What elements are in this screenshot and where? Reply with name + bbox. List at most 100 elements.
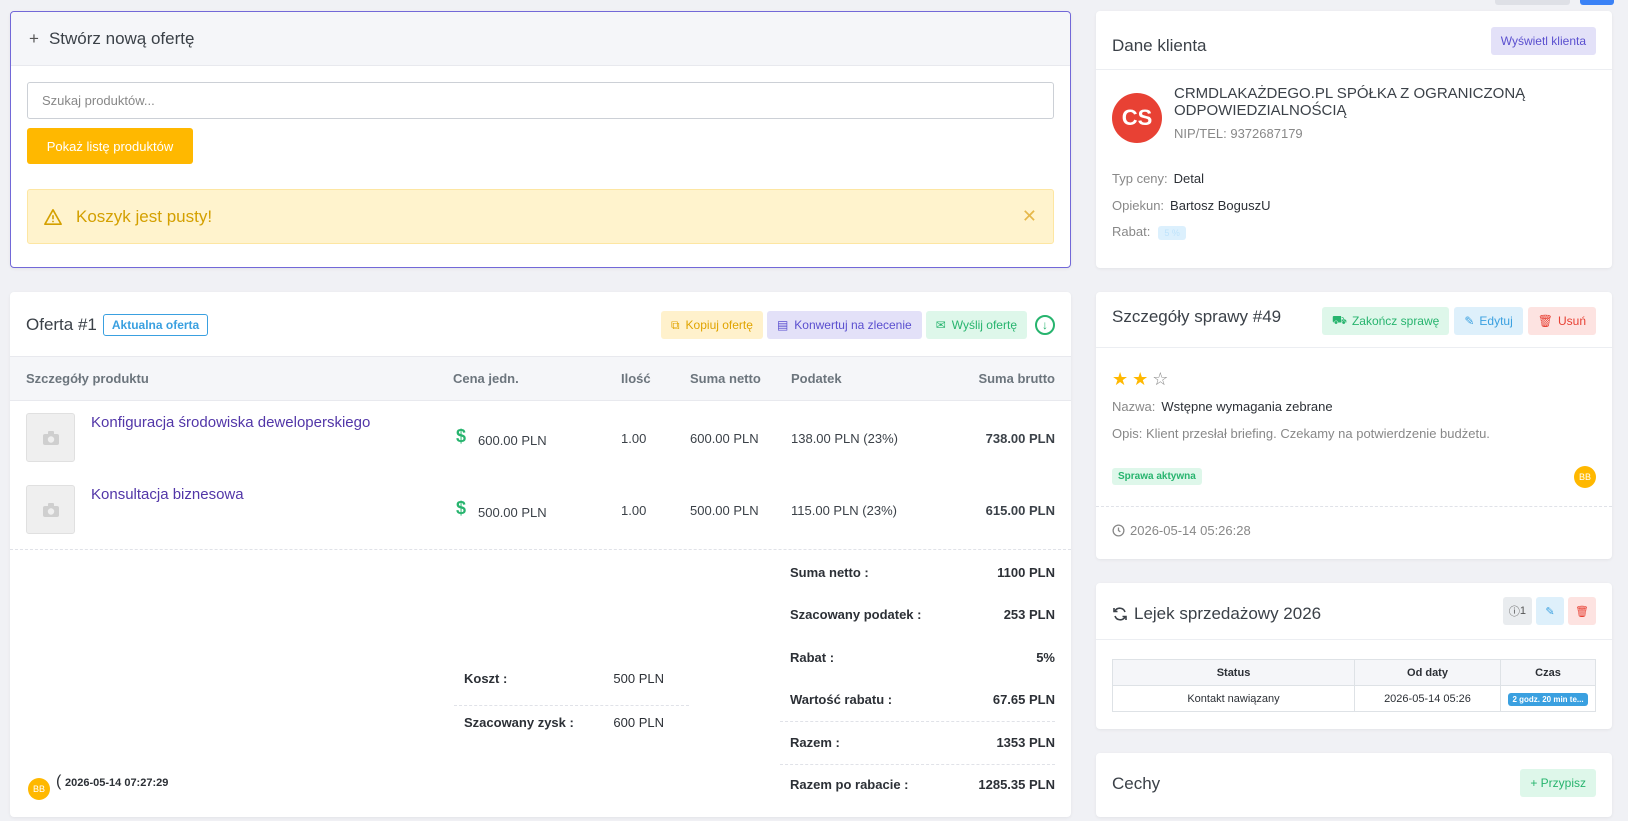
top-button-stub[interactable]	[1495, 0, 1570, 5]
case-description: Opis: Klient przesłał briefing. Czekamy …	[1112, 426, 1490, 441]
col-brutto: Suma brutto	[978, 371, 1055, 386]
empty-cart-text: Koszyk jest pusty!	[76, 206, 213, 226]
discount-badge: 5 %	[1158, 226, 1186, 240]
summary-label: Wartość rabatu :	[790, 692, 893, 707]
product-name-link[interactable]: Konsultacja biznesowa	[91, 486, 244, 503]
offer-header: Oferta #1 Aktualna oferta	[26, 314, 209, 336]
product-row: Konfiguracja środowiska deweloperskiego …	[10, 401, 1071, 473]
star-filled-icon[interactable]: ★	[1112, 369, 1132, 389]
funnel-edit-button[interactable]: ✎	[1536, 597, 1564, 625]
download-icon[interactable]: ↓	[1035, 315, 1055, 335]
summary-label: Szacowany podatek :	[790, 607, 922, 622]
funnel-count: 1	[1519, 605, 1526, 617]
funnel-delete-button[interactable]: 🗑	[1568, 597, 1596, 625]
file-icon: ▤	[776, 318, 789, 332]
summary-label: Rabat :	[790, 650, 835, 665]
product-table-header: Szczegóły produktu Cena jedn. Ilość Suma…	[10, 356, 1071, 401]
case-date-row: 2026-05-14 05:26:28	[1112, 523, 1251, 538]
case-card: Szczegóły sprawy #49 ⛟ Zakończ sprawę ✎ Ed…	[1096, 292, 1612, 559]
avatar[interactable]: BB	[28, 778, 50, 800]
finish-case-button[interactable]: ⛟ Zakończ sprawę	[1321, 307, 1450, 335]
product-tax: 115.00 PLN (23%)	[791, 503, 897, 518]
table-row: Kontakt nawiązany 2026-05-14 05:26 2 god…	[1112, 685, 1596, 712]
funnel-card: Lejek sprzedażowy 2026 ⓘ 1 ✎ 🗑 Status Od …	[1096, 583, 1612, 729]
product-thumbnail	[26, 485, 75, 534]
case-name-value: Wstępne wymagania zebrane	[1161, 399, 1333, 414]
funnel-title: Lejek sprzedażowy 2026	[1134, 604, 1322, 623]
product-brutto: 738.00 PLN	[985, 431, 1055, 446]
star-empty-icon[interactable]: ☆	[1152, 369, 1172, 389]
finish-case-label: Zakończ sprawę	[1351, 314, 1440, 328]
divider	[1096, 69, 1612, 70]
assign-feature-button[interactable]: + Przypisz	[1520, 769, 1596, 797]
convert-offer-button[interactable]: ▤ Konwertuj na zlecenie	[766, 311, 922, 339]
dollar-icon: $	[456, 426, 467, 446]
col-netto: Suma netto	[690, 371, 761, 386]
client-nip: NIP/TEL: 9372687179	[1174, 126, 1303, 141]
copy-offer-button[interactable]: ⧉ Kopiuj ofertę	[660, 311, 763, 339]
divider	[1096, 347, 1612, 348]
summary-row: Suma netto : 1100 PLN	[790, 565, 1055, 580]
copy-icon: ⧉	[670, 317, 680, 332]
rating-stars[interactable]: ★★☆	[1112, 369, 1172, 390]
cost-row: Koszt : 500 PLN	[464, 671, 664, 686]
cart-icon: ⛟	[1331, 313, 1347, 327]
col-product: Szczegóły produktu	[26, 371, 149, 386]
client-avatar: CS	[1112, 93, 1162, 143]
show-products-button[interactable]: Pokaż listę produktów	[27, 128, 193, 164]
close-icon[interactable]: ✕	[1022, 206, 1037, 227]
product-price: 500.00 PLN	[478, 505, 547, 520]
divider	[1096, 639, 1612, 640]
offer-card: Oferta #1 Aktualna oferta ⧉ Kopiuj ofertę…	[10, 292, 1071, 817]
summary-value: 1285.35 PLN	[978, 777, 1055, 792]
product-name-link[interactable]: Konfiguracja środowiska deweloperskiego	[91, 414, 370, 431]
dollar-icon: $	[456, 498, 467, 518]
copy-offer-label: Kopiuj ofertę	[685, 318, 753, 332]
offer-date: 2026-05-14 07:27:29	[65, 777, 169, 789]
delete-case-label: Usuń	[1557, 314, 1586, 328]
summary-value: 67.65 PLN	[992, 692, 1055, 707]
funnel-time-badge: 2 godz. 20 min te...	[1508, 692, 1588, 706]
top-button-stub-primary[interactable]	[1580, 0, 1614, 5]
create-offer-title: Stwórz nową ofertę	[48, 28, 195, 48]
product-search-input[interactable]	[27, 82, 1054, 119]
summary-label: Suma netto :	[790, 565, 869, 580]
view-client-button[interactable]: Wyświetl klienta	[1490, 27, 1596, 55]
divider	[1096, 506, 1612, 507]
funnel-col-time: Czas	[1500, 659, 1596, 686]
cost-value: 500 PLN	[613, 671, 664, 686]
guardian-value: Bartosz BoguszU	[1170, 198, 1271, 213]
send-offer-button[interactable]: ✉ Wyślij ofertę	[925, 311, 1027, 339]
create-offer-header[interactable]: + Stwórz nową ofertę	[11, 12, 1070, 66]
client-card-title: Dane klienta	[1112, 36, 1207, 55]
star-filled-icon[interactable]: ★	[1132, 369, 1152, 389]
product-tax: 138.00 PLN (23%)	[791, 431, 898, 446]
col-tax: Podatek	[791, 371, 842, 386]
edit-case-label: Edytuj	[1479, 314, 1513, 328]
summary-row: Razem : 1353 PLN	[790, 735, 1055, 750]
funnel-history-button[interactable]: ⓘ 1	[1502, 597, 1532, 625]
avatar[interactable]: BB	[1574, 466, 1596, 488]
summary-row: Szacowany podatek : 253 PLN	[790, 607, 1055, 622]
client-card: Dane klienta Wyświetl klienta CS CRMDLAK…	[1096, 11, 1612, 268]
product-netto: 600.00 PLN	[690, 431, 759, 446]
case-title: Szczegóły sprawy #49	[1112, 307, 1282, 326]
divider	[10, 549, 1071, 550]
edit-case-button[interactable]: ✎ Edytuj	[1454, 307, 1523, 335]
summary-label: Razem :	[790, 735, 840, 750]
divider	[780, 764, 1055, 765]
summary-label: Razem po rabacie :	[790, 777, 909, 792]
pencil-icon: ✎	[1464, 314, 1475, 328]
product-price: 600.00 PLN	[478, 433, 547, 448]
mail-icon: ✉	[935, 318, 946, 332]
price-type-row: Typ ceny: Detal	[1112, 171, 1204, 186]
delete-case-button[interactable]: 🗑 Usuń	[1527, 307, 1596, 335]
profit-label: Szacowany zysk :	[464, 715, 574, 730]
empty-cart-alert: Koszyk jest pusty! ✕	[27, 189, 1054, 244]
guardian-label: Opiekun:	[1112, 198, 1165, 213]
plus-icon: +	[1530, 776, 1541, 790]
case-status-badge: Sprawa aktywna	[1112, 468, 1202, 485]
product-netto: 500.00 PLN	[690, 503, 759, 518]
offer-actions: ⧉ Kopiuj ofertę ▤ Konwertuj na zlecenie ✉ W…	[660, 311, 1055, 339]
col-qty: Ilość	[621, 371, 651, 386]
